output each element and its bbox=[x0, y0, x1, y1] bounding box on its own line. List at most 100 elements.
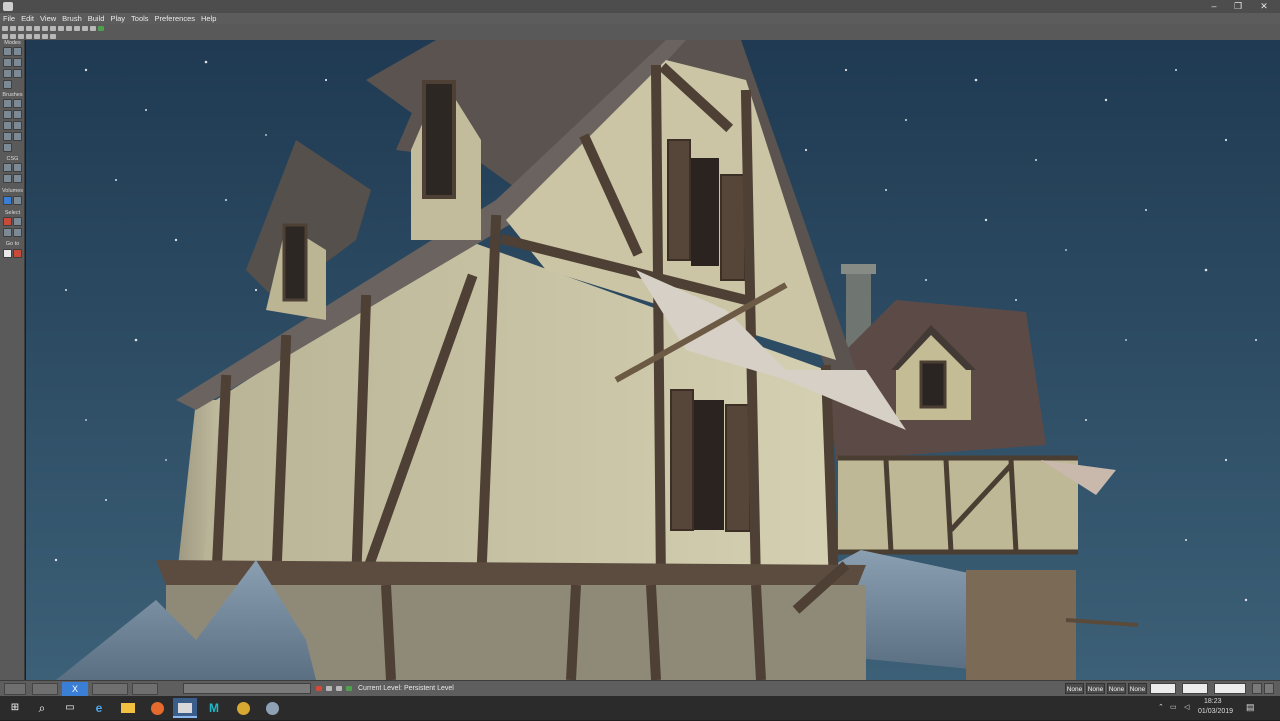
notification-icon[interactable]: ▤ bbox=[1246, 702, 1255, 713]
new-icon[interactable] bbox=[2, 25, 8, 31]
tray-chevron-icon[interactable]: ⌃ bbox=[1158, 703, 1164, 711]
goto-actor-icon[interactable] bbox=[3, 249, 12, 258]
clock-date: 01/03/2019 bbox=[1198, 708, 1234, 715]
show-flags-icon[interactable] bbox=[42, 33, 48, 39]
log-tab[interactable] bbox=[132, 683, 158, 695]
unlit-icon[interactable] bbox=[26, 33, 32, 39]
minimize-button[interactable]: – bbox=[1202, 0, 1226, 13]
linear-stairs-icon[interactable] bbox=[3, 143, 12, 152]
perspective-icon[interactable] bbox=[2, 33, 8, 39]
mesh-paint-icon[interactable] bbox=[3, 69, 12, 78]
menu-brush[interactable]: Brush bbox=[62, 13, 82, 24]
csg-subtract-icon[interactable] bbox=[13, 163, 22, 172]
layout-icon[interactable] bbox=[1252, 683, 1262, 694]
maximize-button[interactable]: ❐ bbox=[1226, 0, 1250, 13]
curved-stairs-icon[interactable] bbox=[13, 132, 22, 141]
redo-icon[interactable] bbox=[34, 25, 40, 31]
snap-none-button-3[interactable]: None bbox=[1107, 683, 1126, 694]
build-icon[interactable] bbox=[66, 25, 72, 31]
wireframe-icon[interactable] bbox=[10, 33, 16, 39]
level-icon[interactable] bbox=[346, 686, 352, 691]
menu-preferences[interactable]: Preferences bbox=[155, 13, 195, 24]
volume-list-icon[interactable] bbox=[13, 196, 22, 205]
grid-snap-field[interactable] bbox=[1150, 683, 1176, 694]
tool-icon[interactable] bbox=[231, 698, 255, 718]
texture-mode-icon[interactable] bbox=[13, 58, 22, 67]
editor-icon[interactable] bbox=[173, 698, 197, 718]
browser-tab[interactable] bbox=[32, 683, 58, 695]
goto-builder-icon[interactable] bbox=[13, 249, 22, 258]
viewport-tab[interactable] bbox=[4, 683, 26, 695]
windows-start-icon[interactable]: ⊞ bbox=[3, 698, 27, 718]
firefox-icon[interactable] bbox=[145, 698, 169, 718]
volume-icon[interactable] bbox=[3, 196, 12, 205]
select-actors-icon[interactable] bbox=[3, 217, 12, 226]
cone-brush-icon[interactable] bbox=[13, 99, 22, 108]
group-brushes-label: Brushes bbox=[2, 92, 23, 98]
show-selected-icon[interactable] bbox=[3, 228, 12, 237]
rotation-snap-field[interactable] bbox=[1182, 683, 1208, 694]
close-tab-button[interactable]: X bbox=[62, 682, 88, 696]
sheet-brush-icon[interactable] bbox=[13, 110, 22, 119]
paths-icon[interactable] bbox=[82, 25, 88, 31]
snap-none-button-1[interactable]: None bbox=[1065, 683, 1084, 694]
cylinder-brush-icon[interactable] bbox=[3, 110, 12, 119]
terrain-mode-icon[interactable] bbox=[3, 58, 12, 67]
command-input[interactable] bbox=[183, 683, 311, 694]
level-tab[interactable] bbox=[92, 683, 128, 695]
scale-snap-field[interactable] bbox=[1214, 683, 1246, 694]
build-all-icon[interactable] bbox=[90, 25, 96, 31]
snap-none-button-2[interactable]: None bbox=[1086, 683, 1105, 694]
stop-icon[interactable] bbox=[316, 686, 322, 691]
save-icon[interactable] bbox=[18, 25, 24, 31]
main-toolbar bbox=[0, 24, 1280, 32]
grid-icon[interactable] bbox=[58, 25, 64, 31]
shutters-lower bbox=[670, 389, 751, 532]
snap-none-button-4[interactable]: None bbox=[1128, 683, 1147, 694]
cube-brush-icon[interactable] bbox=[3, 99, 12, 108]
volume-icon[interactable]: ◁ bbox=[1184, 703, 1189, 711]
misc-app-icon[interactable] bbox=[260, 698, 284, 718]
volumetric-brush-icon[interactable] bbox=[3, 132, 12, 141]
undo-icon[interactable] bbox=[26, 25, 32, 31]
fov-icon[interactable] bbox=[50, 33, 56, 39]
step-icon[interactable] bbox=[336, 686, 342, 691]
csg-deintersect-icon[interactable] bbox=[13, 174, 22, 183]
current-level-value: Persistent Level bbox=[404, 685, 454, 692]
search-icon[interactable] bbox=[42, 25, 48, 31]
close-button[interactable]: ✕ bbox=[1252, 0, 1276, 13]
stairs-brush-icon[interactable] bbox=[3, 121, 12, 130]
menu-view[interactable]: View bbox=[40, 13, 56, 24]
menu-build[interactable]: Build bbox=[88, 13, 105, 24]
play-icon[interactable] bbox=[98, 25, 104, 31]
camera-icon[interactable] bbox=[50, 25, 56, 31]
open-icon[interactable] bbox=[10, 25, 16, 31]
sphere-brush-icon[interactable] bbox=[13, 121, 22, 130]
menu-edit[interactable]: Edit bbox=[21, 13, 34, 24]
menu-file[interactable]: File bbox=[3, 13, 15, 24]
network-icon[interactable]: ▭ bbox=[1170, 703, 1177, 711]
search-icon[interactable]: ⌕ bbox=[30, 698, 54, 718]
menu-play[interactable]: Play bbox=[110, 13, 125, 24]
csg-add-icon[interactable] bbox=[3, 163, 12, 172]
select-surfaces-icon[interactable] bbox=[13, 217, 22, 226]
foliage-icon[interactable] bbox=[3, 80, 12, 89]
geometry-mode-icon[interactable] bbox=[13, 47, 22, 56]
camera-mode-icon[interactable] bbox=[3, 47, 12, 56]
pause-icon[interactable] bbox=[326, 686, 332, 691]
perspective-viewport[interactable] bbox=[26, 40, 1280, 680]
landscape-icon[interactable] bbox=[13, 69, 22, 78]
realtime-icon[interactable] bbox=[34, 33, 40, 39]
edge-icon[interactable]: e bbox=[87, 698, 111, 718]
csg-intersect-icon[interactable] bbox=[3, 174, 12, 183]
hide-selected-icon[interactable] bbox=[13, 228, 22, 237]
lit-icon[interactable] bbox=[18, 33, 24, 39]
layout-icon-2[interactable] bbox=[1264, 683, 1274, 694]
task-view-icon[interactable]: ▭ bbox=[58, 698, 82, 718]
lighting-icon[interactable] bbox=[74, 25, 80, 31]
maya-icon[interactable]: M bbox=[202, 698, 226, 718]
file-explorer-icon[interactable] bbox=[116, 698, 140, 718]
menu-tools[interactable]: Tools bbox=[131, 13, 149, 24]
status-bar: X Current Level: Persistent Level None N… bbox=[0, 680, 1280, 696]
menu-help[interactable]: Help bbox=[201, 13, 216, 24]
